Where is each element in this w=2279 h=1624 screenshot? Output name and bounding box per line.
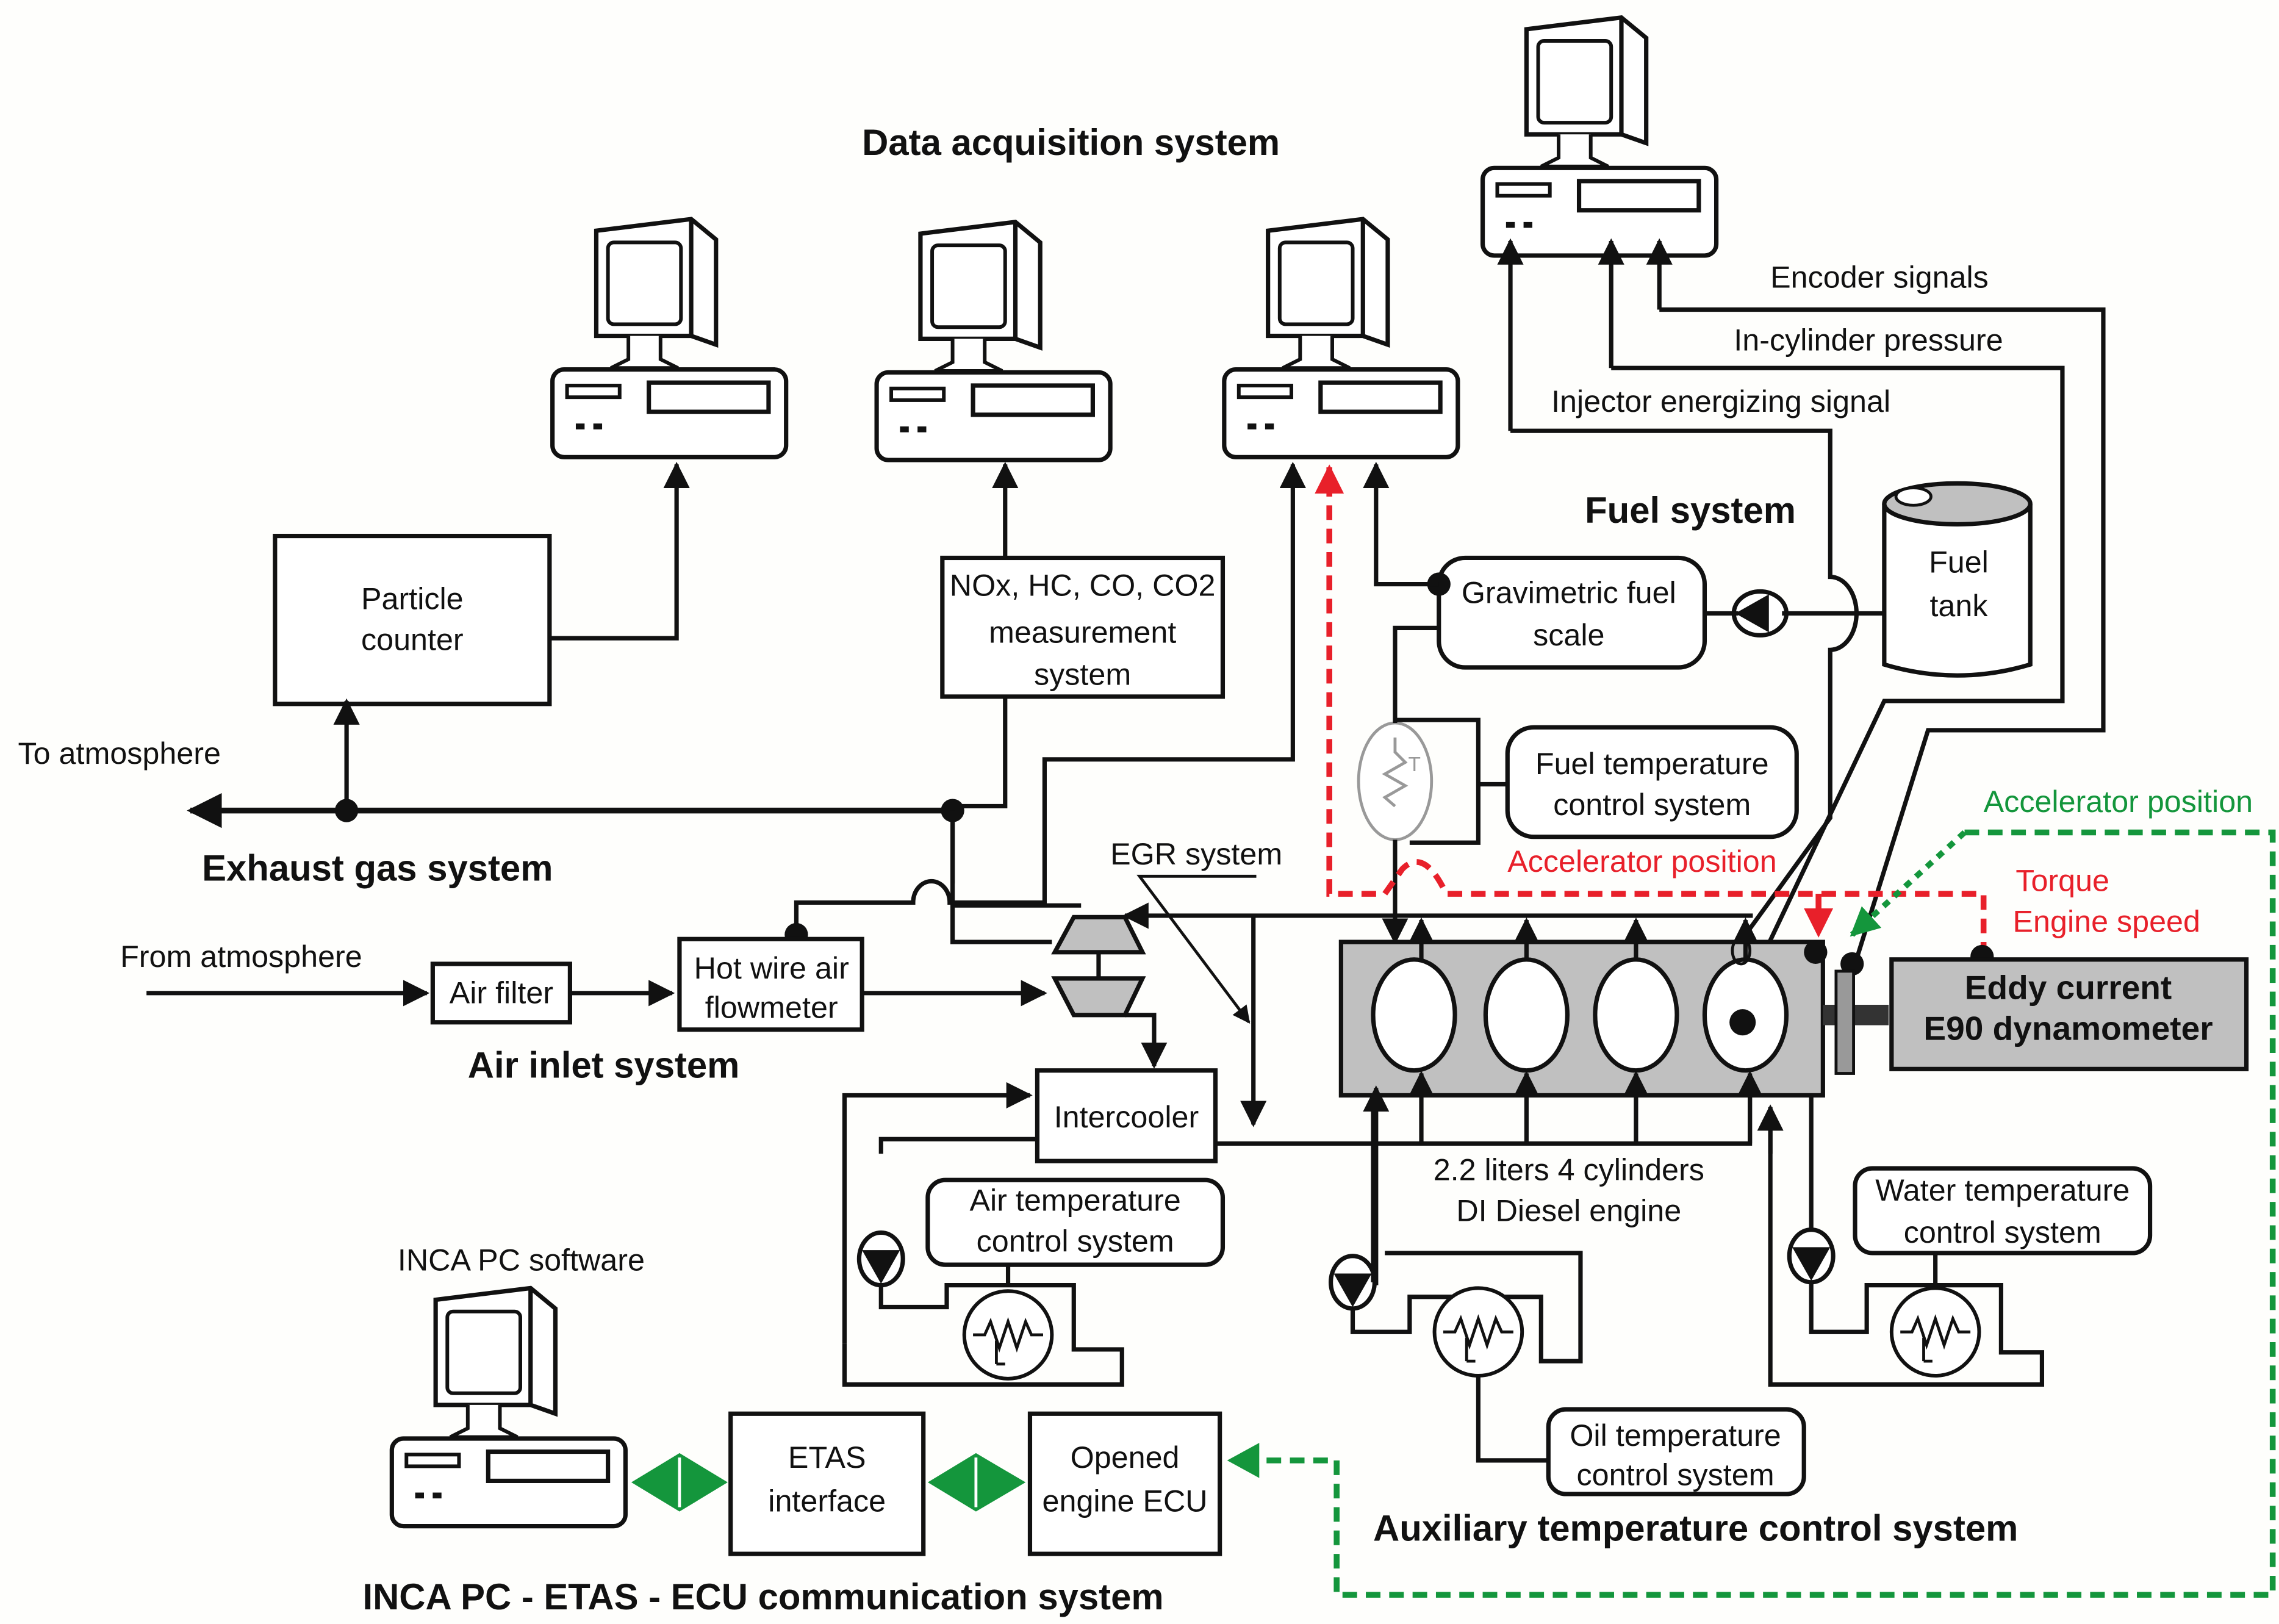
bidirectional-link-pc-etas-icon [631, 1453, 728, 1512]
particle-counter-box: Particle counter [273, 533, 552, 706]
engine-spec-line1: 2.2 liters 4 cylinders [1434, 1152, 1704, 1187]
communication-system-label: INCA PC - ETAS - ECU communication syste… [362, 1576, 1163, 1617]
pc-inca-icon [392, 1288, 625, 1526]
to-atmosphere-label: To atmosphere [18, 736, 221, 771]
test-bench-diagram: Data acquisition system Particle counter… [18, 0, 2276, 1617]
air-filter-box: Air filter [430, 961, 572, 1025]
auxiliary-temperature-control-label: Auxiliary temperature control system [1373, 1508, 2018, 1549]
opened-engine-ecu-box: Opened engine ECU [1027, 1411, 1222, 1556]
air-coolant-pump-icon [859, 1232, 903, 1285]
svg-text:measurement: measurement [989, 614, 1176, 649]
accelerator-position-red-label: Accelerator position [1507, 844, 1776, 878]
engine-block [1338, 936, 1825, 1098]
svg-text:Oil temperature: Oil temperature [1570, 1418, 1781, 1453]
fuel-pump-icon [1734, 592, 1786, 636]
in-cylinder-pressure-label: In-cylinder pressure [1734, 323, 2003, 357]
data-acquisition-title: Data acquisition system [862, 122, 1280, 163]
svg-text:control system: control system [1553, 787, 1751, 822]
svg-text:T: T [1408, 753, 1420, 776]
svg-text:control system: control system [1904, 1215, 2101, 1249]
svg-text:control system: control system [1577, 1457, 1775, 1492]
svg-text:counter: counter [361, 622, 464, 656]
air-temperature-control-box: Air temperature control system [925, 1177, 1226, 1267]
pc-emissions-icon [877, 222, 1110, 460]
oil-temperature-control-box: Oil temperature control system [1546, 1407, 1806, 1496]
oil-heater-icon [1435, 1288, 1523, 1376]
svg-text:Air temperature: Air temperature [969, 1183, 1180, 1218]
exhaust-gas-system-label: Exhaust gas system [202, 848, 553, 889]
svg-text:Air filter: Air filter [450, 975, 553, 1010]
engine-spec-line2: DI Diesel engine [1456, 1193, 1681, 1227]
intercooler-box: Intercooler [1035, 1068, 1218, 1163]
svg-text:Intercooler: Intercooler [1054, 1099, 1199, 1134]
svg-text:control system: control system [977, 1224, 1174, 1259]
svg-text:Gravimetric fuel: Gravimetric fuel [1462, 575, 1676, 610]
torque-label: Torque [2015, 863, 2109, 897]
svg-text:ETAS: ETAS [788, 1440, 866, 1475]
svg-text:Eddy current: Eddy current [1965, 968, 2172, 1006]
svg-text:engine ECU: engine ECU [1043, 1484, 1208, 1518]
inca-pc-software-label: INCA PC software [398, 1243, 645, 1277]
accelerator-position-green-label: Accelerator position [1984, 784, 2253, 819]
gravimetric-fuel-scale-box: Gravimetric fuel scale [1437, 555, 1707, 670]
turbocharger [1051, 914, 1146, 1018]
fuel-temperature-control-box: Fuel temperature control system [1505, 725, 1799, 839]
from-atmosphere-label: From atmosphere [120, 939, 362, 974]
hot-wire-flowmeter-box: Hot wire air flowmeter [677, 936, 864, 1032]
water-pump-icon [1789, 1230, 1833, 1282]
svg-text:Fuel: Fuel [1929, 544, 1989, 579]
svg-text:scale: scale [1533, 617, 1604, 652]
oil-pump-icon [1331, 1256, 1375, 1309]
engine-speed-label: Engine speed [2013, 904, 2200, 938]
encoder-signals-label: Encoder signals [1770, 260, 1989, 295]
eddy-current-dynamometer-box: Eddy current E90 dynamometer [1889, 957, 2249, 1071]
svg-text:Water temperature: Water temperature [1875, 1173, 2130, 1207]
svg-text:Opened: Opened [1071, 1440, 1180, 1475]
svg-text:E90 dynamometer: E90 dynamometer [1923, 1009, 2213, 1047]
svg-text:NOx, HC, CO, CO2: NOx, HC, CO, CO2 [950, 568, 1216, 603]
fuel-thermometer-icon: T [1357, 721, 1434, 841]
water-temperature-control-box: Water temperature control system [1853, 1166, 2153, 1256]
etas-interface-box: ETAS interface [728, 1411, 926, 1556]
svg-text:Particle: Particle [361, 581, 464, 616]
injector-signal-label: Injector energizing signal [1551, 384, 1890, 419]
bidirectional-link-etas-ecu-icon [927, 1453, 1026, 1512]
svg-text:system: system [1034, 657, 1131, 692]
emissions-measurement-box: NOx, HC, CO, CO2 measurement system [940, 555, 1226, 699]
pc-main-icon [1224, 219, 1458, 457]
fuel-system-label: Fuel system [1585, 490, 1796, 531]
pc-particle-icon [553, 219, 786, 457]
water-heater-icon [1892, 1288, 1979, 1376]
pc-combustion-icon [1483, 18, 1717, 256]
fuel-tank: Fuel tank [1882, 481, 2033, 678]
egr-system-label: EGR system [1110, 836, 1282, 871]
svg-text:interface: interface [768, 1484, 886, 1518]
svg-text:Hot wire air: Hot wire air [694, 950, 849, 985]
air-inlet-system-label: Air inlet system [468, 1045, 740, 1086]
svg-text:flowmeter: flowmeter [705, 990, 838, 1025]
svg-text:tank: tank [1929, 588, 1988, 623]
svg-text:Fuel temperature: Fuel temperature [1535, 746, 1769, 781]
air-heater-icon [964, 1291, 1052, 1379]
